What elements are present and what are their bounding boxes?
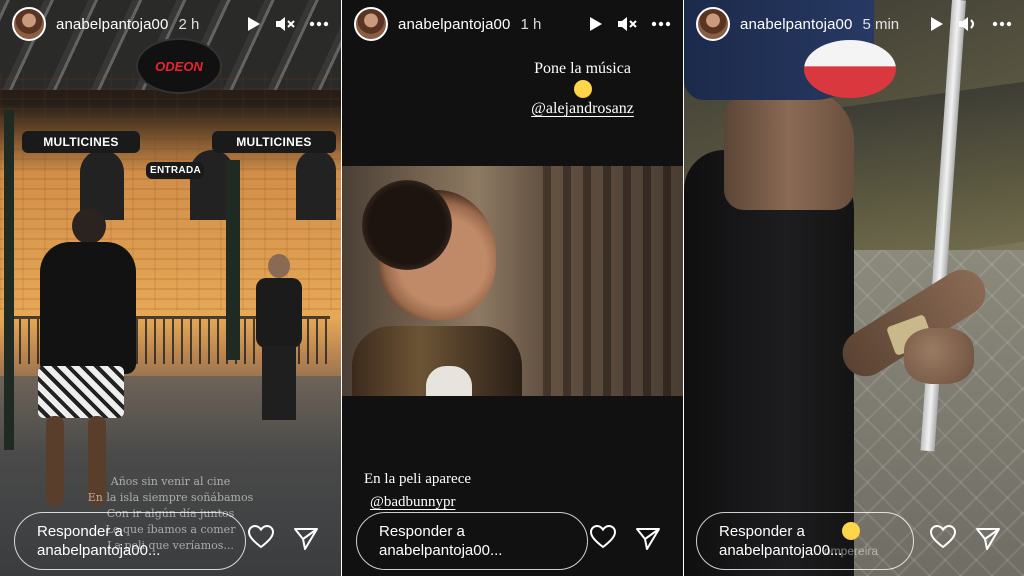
reply-input[interactable]: Responder a anabelpantoja00... [696, 512, 914, 570]
tag-overlay: ompereira [824, 544, 879, 558]
avatar[interactable] [696, 7, 730, 41]
man-neck [724, 90, 854, 210]
send-icon[interactable] [975, 527, 1001, 556]
arched-window [296, 150, 336, 220]
staff-member [254, 254, 304, 424]
story-3[interactable]: anabelpantoja00 5 min Responder a anabel… [684, 0, 1024, 576]
story-header: anabelpantoja00 5 min [696, 6, 1012, 42]
multicines-sign-left: MULTICINES [22, 131, 140, 153]
multicines-sign-right: MULTICINES [212, 131, 336, 153]
send-icon[interactable] [293, 527, 319, 556]
story-1[interactable]: ODEON MULTICINES MULTICINES ENTRADA Años… [0, 0, 341, 576]
heart-icon[interactable] [589, 524, 617, 554]
post-time: 1 h [520, 15, 542, 33]
mention-badbunnypr[interactable]: @badbunnypr [370, 494, 455, 511]
heart-icon[interactable] [929, 524, 957, 554]
caption-top: Pone la música [534, 60, 631, 77]
reply-placeholder-user: anabelpantoja00... [37, 542, 161, 559]
speaker-icon[interactable] [958, 15, 978, 33]
mention-alejandrosanz[interactable]: @alejandrosanz [342, 100, 683, 118]
story-header: anabelpantoja00 1 h [354, 6, 671, 42]
reply-placeholder-user: anabelpantoja00... [379, 542, 503, 559]
pillar [226, 160, 240, 360]
avatar[interactable] [12, 7, 46, 41]
entrance-sign: ENTRADA [146, 162, 204, 179]
reply-input[interactable]: Responder a anabelpantoja00... [14, 512, 246, 570]
more-dots-icon[interactable] [651, 21, 671, 27]
username[interactable]: anabelpantoja00 [740, 16, 852, 33]
username[interactable]: anabelpantoja00 [398, 16, 510, 33]
reply-placeholder: Responder a [719, 523, 805, 540]
send-icon[interactable] [635, 527, 661, 556]
speaker-muted-icon[interactable] [275, 15, 295, 33]
heart-icon[interactable] [247, 524, 275, 554]
more-dots-icon[interactable] [309, 21, 329, 27]
post-time: 5 min [862, 15, 900, 33]
post-time: 2 h [178, 15, 200, 33]
username[interactable]: anabelpantoja00 [56, 16, 168, 33]
caption-bottom: En la peli aparece [364, 471, 472, 487]
heart-eyes-emoji [342, 80, 683, 99]
reply-placeholder: Responder a [379, 523, 465, 540]
play-icon[interactable] [247, 16, 261, 32]
reply-input[interactable]: Responder a anabelpantoja00... [356, 512, 588, 570]
more-dots-icon[interactable] [992, 21, 1012, 27]
play-icon[interactable] [589, 16, 603, 32]
hand [904, 328, 974, 384]
pillar [4, 110, 14, 450]
movie-screen-photo [342, 166, 683, 396]
grinning-sweat-emoji [842, 522, 860, 540]
cap-trucker-panel [804, 40, 896, 98]
reply-placeholder: Responder a [37, 523, 123, 540]
story-2[interactable]: Pone la música @alejandrosanz En la peli… [342, 0, 683, 576]
reply-placeholder-user: anabelpantoja00... [719, 542, 843, 559]
cinema-logo-sign: ODEON [136, 38, 222, 94]
story-header: anabelpantoja00 2 h [12, 6, 329, 42]
play-icon[interactable] [930, 16, 944, 32]
avatar[interactable] [354, 7, 388, 41]
speaker-muted-icon[interactable] [617, 15, 637, 33]
